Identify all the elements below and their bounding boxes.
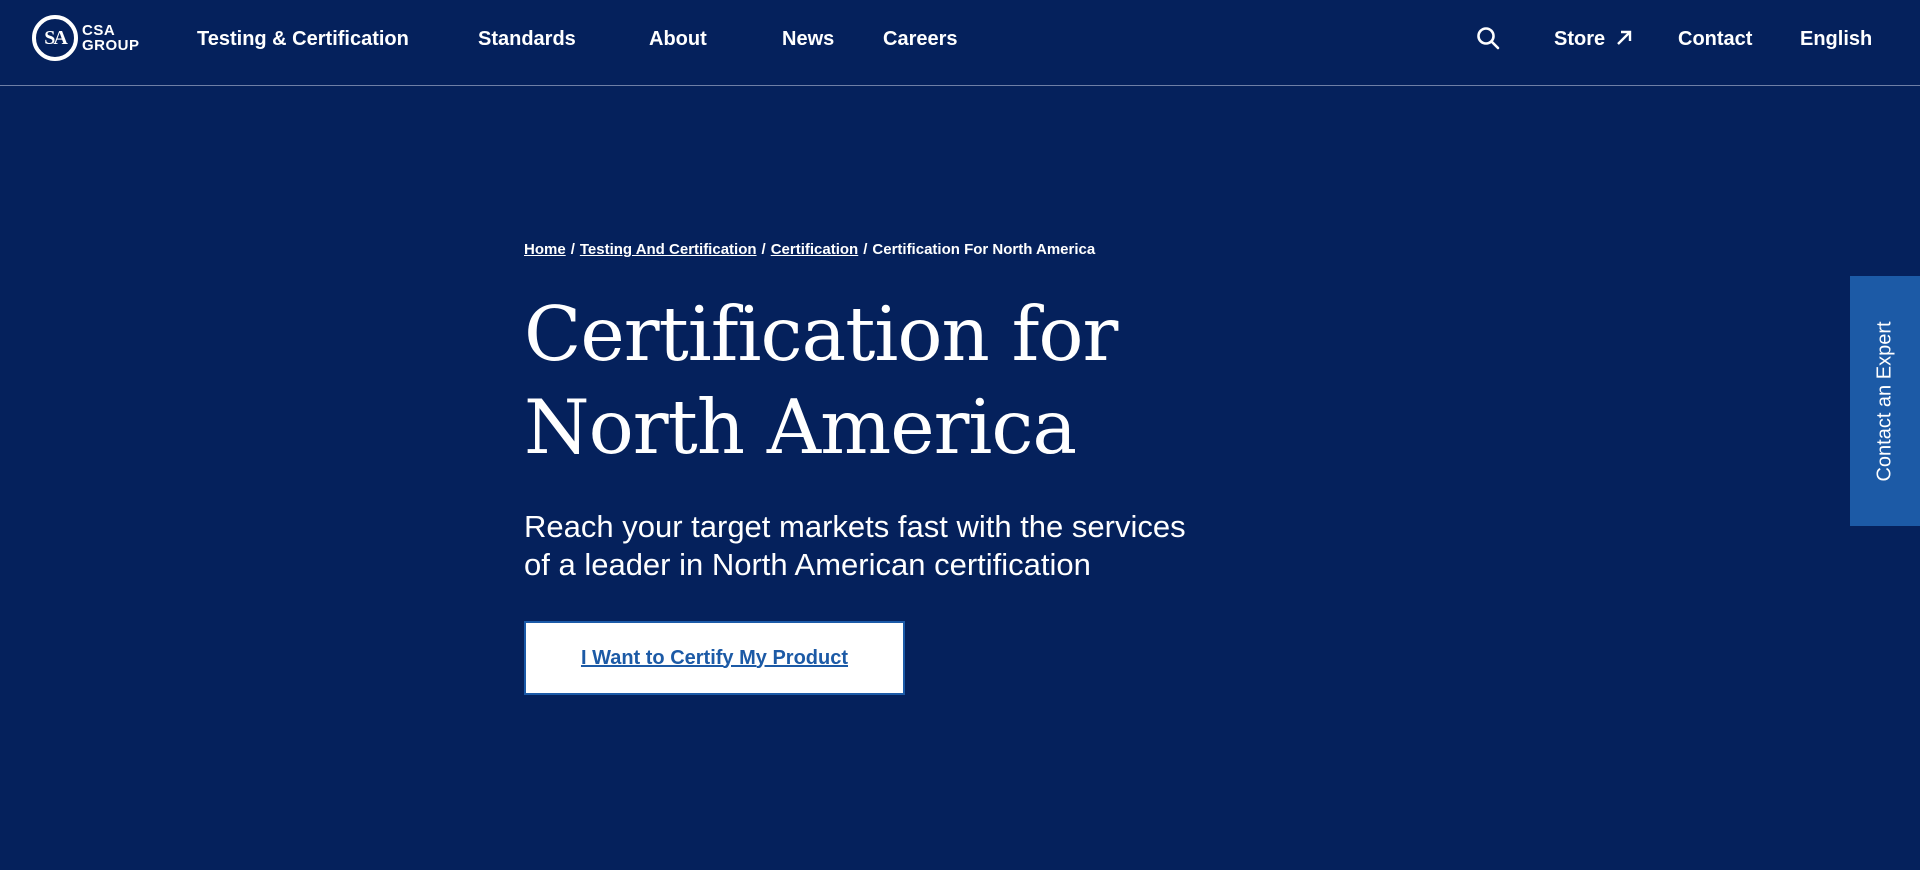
breadcrumb-separator: / <box>570 241 575 258</box>
breadcrumb-separator: / <box>761 241 766 258</box>
breadcrumb-home[interactable]: Home <box>524 241 566 258</box>
breadcrumb-certification[interactable]: Certification <box>771 241 859 258</box>
certify-product-button[interactable]: I Want to Certify My Product <box>524 621 905 695</box>
store-label: Store <box>1554 28 1606 50</box>
hero-subtitle-line1: Reach your target markets fast with the … <box>524 509 1186 544</box>
page-title: Certification for North America <box>524 288 1224 474</box>
breadcrumb: Home / Testing And Certification / Certifica… <box>524 240 1095 260</box>
breadcrumb-testing-and-certification[interactable]: Testing And Certification <box>580 241 757 258</box>
breadcrumb-separator: / <box>863 241 868 258</box>
nav-standards[interactable]: Standards <box>478 26 576 52</box>
page-title-line1: Certification for <box>524 290 1118 378</box>
nav-news[interactable]: News <box>782 26 834 52</box>
csa-logo-mark: SA <box>32 15 78 61</box>
logo-wordmark: CSA GROUP <box>82 23 140 53</box>
external-arrow-icon <box>1617 30 1632 45</box>
logo-text-line2: GROUP <box>82 37 140 54</box>
hero-subtitle: Reach your target markets fast with the … <box>524 508 1244 584</box>
nav-testing-certification[interactable]: Testing & Certification <box>197 26 409 52</box>
certify-product-button-label: I Want to Certify My Product <box>580 646 849 669</box>
nav-contact[interactable]: Contact <box>1678 26 1752 52</box>
contact-expert-label: Contact an Expert <box>1873 320 1896 482</box>
nav-store[interactable]: Store <box>1554 26 1633 52</box>
nav-about[interactable]: About <box>649 26 707 52</box>
contact-expert-tab[interactable]: Contact an Expert <box>1850 276 1920 526</box>
site-header: SA CSA GROUP Testing & Certification Sta… <box>0 0 1920 86</box>
search-icon[interactable] <box>1476 26 1500 50</box>
breadcrumb-current: Certification For North America <box>872 241 1096 258</box>
page-title-line2: North America <box>524 383 1077 471</box>
logo-text-line1: CSA <box>82 22 116 39</box>
hero-subtitle-line2: of a leader in North American certificat… <box>524 547 1091 582</box>
nav-careers[interactable]: Careers <box>883 26 958 52</box>
language-selector[interactable]: English <box>1800 26 1872 52</box>
csa-group-logo[interactable]: SA CSA GROUP <box>32 12 152 64</box>
